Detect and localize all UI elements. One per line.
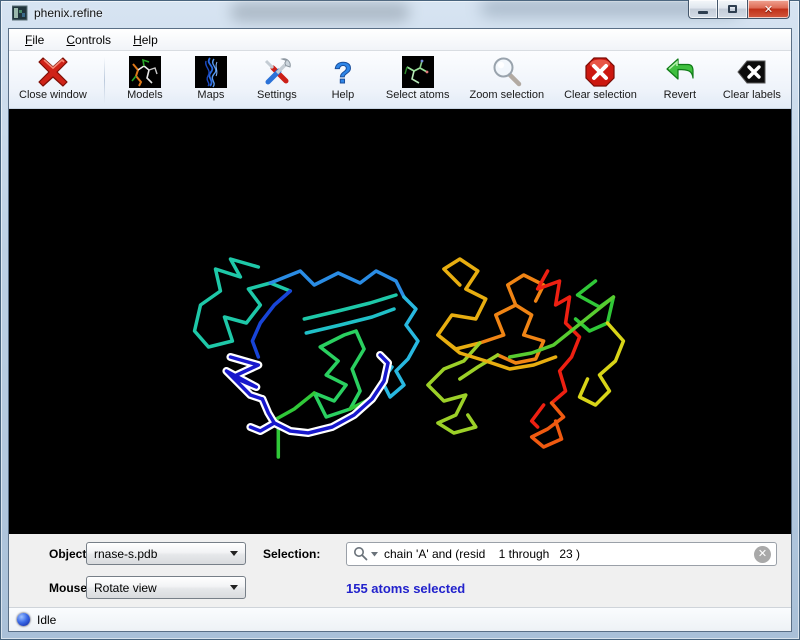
toolbar-button-clear-selection[interactable]: Clear selection — [560, 53, 641, 108]
menu-bar: File Controls Help — [9, 29, 791, 51]
object-select-value: rnase-s.pdb — [94, 547, 157, 561]
toolbar-label: Maps — [197, 89, 224, 102]
toolbar-button-models[interactable]: Models — [118, 53, 172, 108]
toolbar-label: Select atoms — [386, 89, 450, 102]
menu-item-file[interactable]: File — [15, 31, 54, 49]
menu-item-controls[interactable]: Controls — [56, 31, 121, 49]
object-label: Object: — [49, 547, 90, 561]
search-dropdown-icon[interactable] — [371, 551, 378, 557]
search-icon[interactable] — [353, 546, 369, 562]
toolbar-button-maps[interactable]: Maps — [184, 53, 238, 108]
object-select[interactable]: rnase-s.pdb — [86, 542, 246, 565]
chevron-down-icon — [230, 585, 238, 590]
toolbar-label: Zoom selection — [469, 89, 544, 102]
status-text: Idle — [37, 613, 56, 627]
minimize-button[interactable] — [688, 0, 718, 19]
app-icon — [12, 5, 28, 21]
selection-input-value[interactable]: chain 'A' and (resid 1 through 23 ) — [384, 547, 580, 561]
clear-labels-icon — [736, 55, 768, 89]
clear-selection-icon — [584, 55, 616, 89]
select-atoms-icon — [402, 55, 434, 89]
selection-input[interactable]: chain 'A' and (resid 1 through 23 ) ✕ — [346, 542, 777, 566]
mouse-select-value: Rotate view — [94, 581, 157, 595]
toolbar-label: Settings — [257, 89, 297, 102]
molecular-viewport[interactable] — [9, 109, 791, 534]
toolbar-label: Close window — [19, 89, 87, 102]
toolbar-label: Revert — [664, 89, 696, 102]
models-icon — [129, 55, 161, 89]
atoms-selected-text: 155 atoms selected — [346, 581, 465, 596]
toolbar-button-clear-labels[interactable]: Clear labels — [719, 53, 785, 108]
close-button[interactable]: ✕ — [748, 0, 790, 19]
controls-panel: Object: rnase-s.pdb Selection: — [9, 534, 791, 607]
clear-search-icon[interactable]: ✕ — [754, 546, 771, 563]
toolbar-button-zoom-selection[interactable]: Zoom selection — [465, 53, 548, 108]
toolbar-label: Models — [127, 89, 162, 102]
toolbar-label: Clear selection — [564, 89, 637, 102]
toolbar-label: Clear labels — [723, 89, 781, 102]
toolbar-button-close-window[interactable]: Close window — [15, 53, 91, 108]
toolbar-button-help[interactable]: ? Help — [316, 53, 370, 108]
menu-item-help[interactable]: Help — [123, 31, 168, 49]
mouse-select[interactable]: Rotate view — [86, 576, 246, 599]
title-bar[interactable]: phenix.refine ✕ — [0, 0, 800, 28]
mouse-label: Mouse: — [49, 581, 91, 595]
toolbar-separator — [104, 57, 105, 104]
molecule-trace — [9, 109, 791, 534]
maps-icon — [195, 55, 227, 89]
svg-text:?: ? — [334, 57, 352, 88]
revert-icon — [664, 55, 696, 89]
window-title: phenix.refine — [34, 6, 103, 20]
toolbar-button-settings[interactable]: Settings — [250, 53, 304, 108]
help-icon: ? — [327, 55, 359, 89]
status-idle-icon — [17, 613, 30, 626]
settings-icon — [261, 55, 293, 89]
selection-label: Selection: — [263, 547, 320, 561]
toolbar-button-select-atoms[interactable]: Select atoms — [382, 53, 454, 108]
close-window-icon — [37, 55, 69, 89]
maximize-button[interactable] — [718, 0, 748, 19]
toolbar: Close window Models — [9, 51, 791, 109]
toolbar-label: Help — [332, 89, 355, 102]
toolbar-button-revert[interactable]: Revert — [653, 53, 707, 108]
status-bar: Idle — [9, 607, 791, 631]
app-window: phenix.refine ✕ File Controls Help — [0, 0, 800, 640]
chevron-down-icon — [230, 551, 238, 556]
titlebar-reflection — [230, 2, 410, 22]
zoom-selection-icon — [491, 55, 523, 89]
